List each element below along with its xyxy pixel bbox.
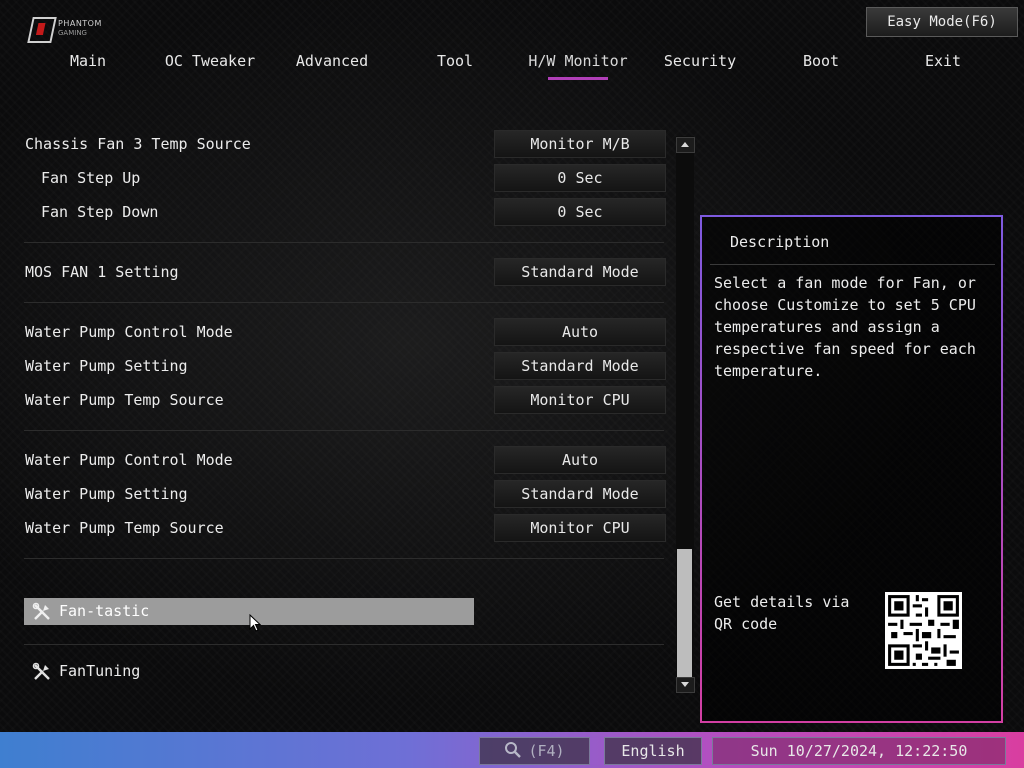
search-shortcut: (F4): [528, 742, 565, 760]
setting-label[interactable]: Water Pump Temp Source: [25, 518, 224, 538]
tab-boot[interactable]: Boot: [761, 50, 881, 72]
setting-label[interactable]: Fan Step Down: [41, 202, 158, 222]
tab-security[interactable]: Security: [640, 50, 760, 72]
section-divider: [24, 302, 664, 303]
arrow-down-icon: [681, 682, 689, 687]
setting-label[interactable]: Chassis Fan 3 Temp Source: [25, 134, 251, 154]
tab-exit[interactable]: Exit: [883, 50, 1003, 72]
tab-main[interactable]: Main: [28, 50, 148, 72]
easy-mode-button[interactable]: Easy Mode(F6): [866, 7, 1018, 37]
qr-code-icon: [885, 592, 962, 669]
tab-tool[interactable]: Tool: [395, 50, 515, 72]
setting-label[interactable]: Water Pump Control Mode: [25, 450, 233, 470]
scroll-down-button[interactable]: [676, 677, 695, 693]
menu-item-label: Fan-tastic: [59, 602, 150, 620]
footer-bar: (F4) English Sun 10/27/2024, 12:22:50: [0, 732, 1024, 768]
description-title: Description: [730, 233, 830, 251]
setting-value[interactable]: 0 Sec: [494, 198, 666, 226]
arrow-up-icon: [681, 142, 689, 147]
qr-caption: Get details via QR code: [714, 593, 850, 633]
setting-label[interactable]: Water Pump Setting: [25, 356, 188, 376]
menu-item-label: FanTuning: [59, 662, 141, 680]
section-divider: [24, 430, 664, 431]
logo-line1: PHANTOM: [58, 19, 102, 28]
setting-label[interactable]: Water Pump Setting: [25, 484, 188, 504]
scroll-up-button[interactable]: [676, 137, 695, 153]
setting-label[interactable]: Water Pump Control Mode: [25, 322, 233, 342]
search-button[interactable]: (F4): [479, 737, 590, 765]
setting-value[interactable]: Monitor CPU: [494, 514, 666, 542]
section-divider: [24, 558, 664, 559]
language-button[interactable]: English: [604, 737, 702, 765]
scrollbar-thumb[interactable]: [677, 549, 692, 677]
tools-icon: [32, 662, 50, 680]
setting-label[interactable]: Water Pump Temp Source: [25, 390, 224, 410]
tab-hw-monitor[interactable]: H/W Monitor: [518, 50, 638, 80]
setting-value[interactable]: 0 Sec: [494, 164, 666, 192]
search-icon: [505, 742, 522, 758]
date-time[interactable]: Sun 10/27/2024, 12:22:50: [712, 737, 1006, 765]
phantom-gaming-logo: PHANTOM GAMING: [27, 14, 110, 44]
setting-label[interactable]: Fan Step Up: [41, 168, 140, 188]
menu-item-fantuning[interactable]: FanTuning: [24, 658, 474, 685]
setting-value[interactable]: Monitor M/B: [494, 130, 666, 158]
setting-value[interactable]: Standard Mode: [494, 480, 666, 508]
tab-oc-tweaker[interactable]: OC Tweaker: [150, 50, 270, 72]
logo-line2: GAMING: [58, 29, 87, 37]
section-divider: [24, 242, 664, 243]
setting-value[interactable]: Monitor CPU: [494, 386, 666, 414]
setting-label[interactable]: MOS FAN 1 Setting: [25, 262, 179, 282]
setting-value[interactable]: Auto: [494, 446, 666, 474]
mouse-cursor-icon: [249, 614, 261, 632]
description-divider: [710, 264, 995, 265]
description-text: Select a fan mode for Fan, or choose Cus…: [714, 274, 976, 380]
setting-value[interactable]: Auto: [494, 318, 666, 346]
logo-mark-icon: [27, 17, 57, 43]
setting-value[interactable]: Standard Mode: [494, 352, 666, 380]
tab-advanced[interactable]: Advanced: [272, 50, 392, 72]
section-divider: [24, 644, 664, 645]
setting-value[interactable]: Standard Mode: [494, 258, 666, 286]
tools-icon: [32, 602, 50, 620]
description-panel: Description Select a fan mode for Fan, o…: [700, 215, 1003, 723]
